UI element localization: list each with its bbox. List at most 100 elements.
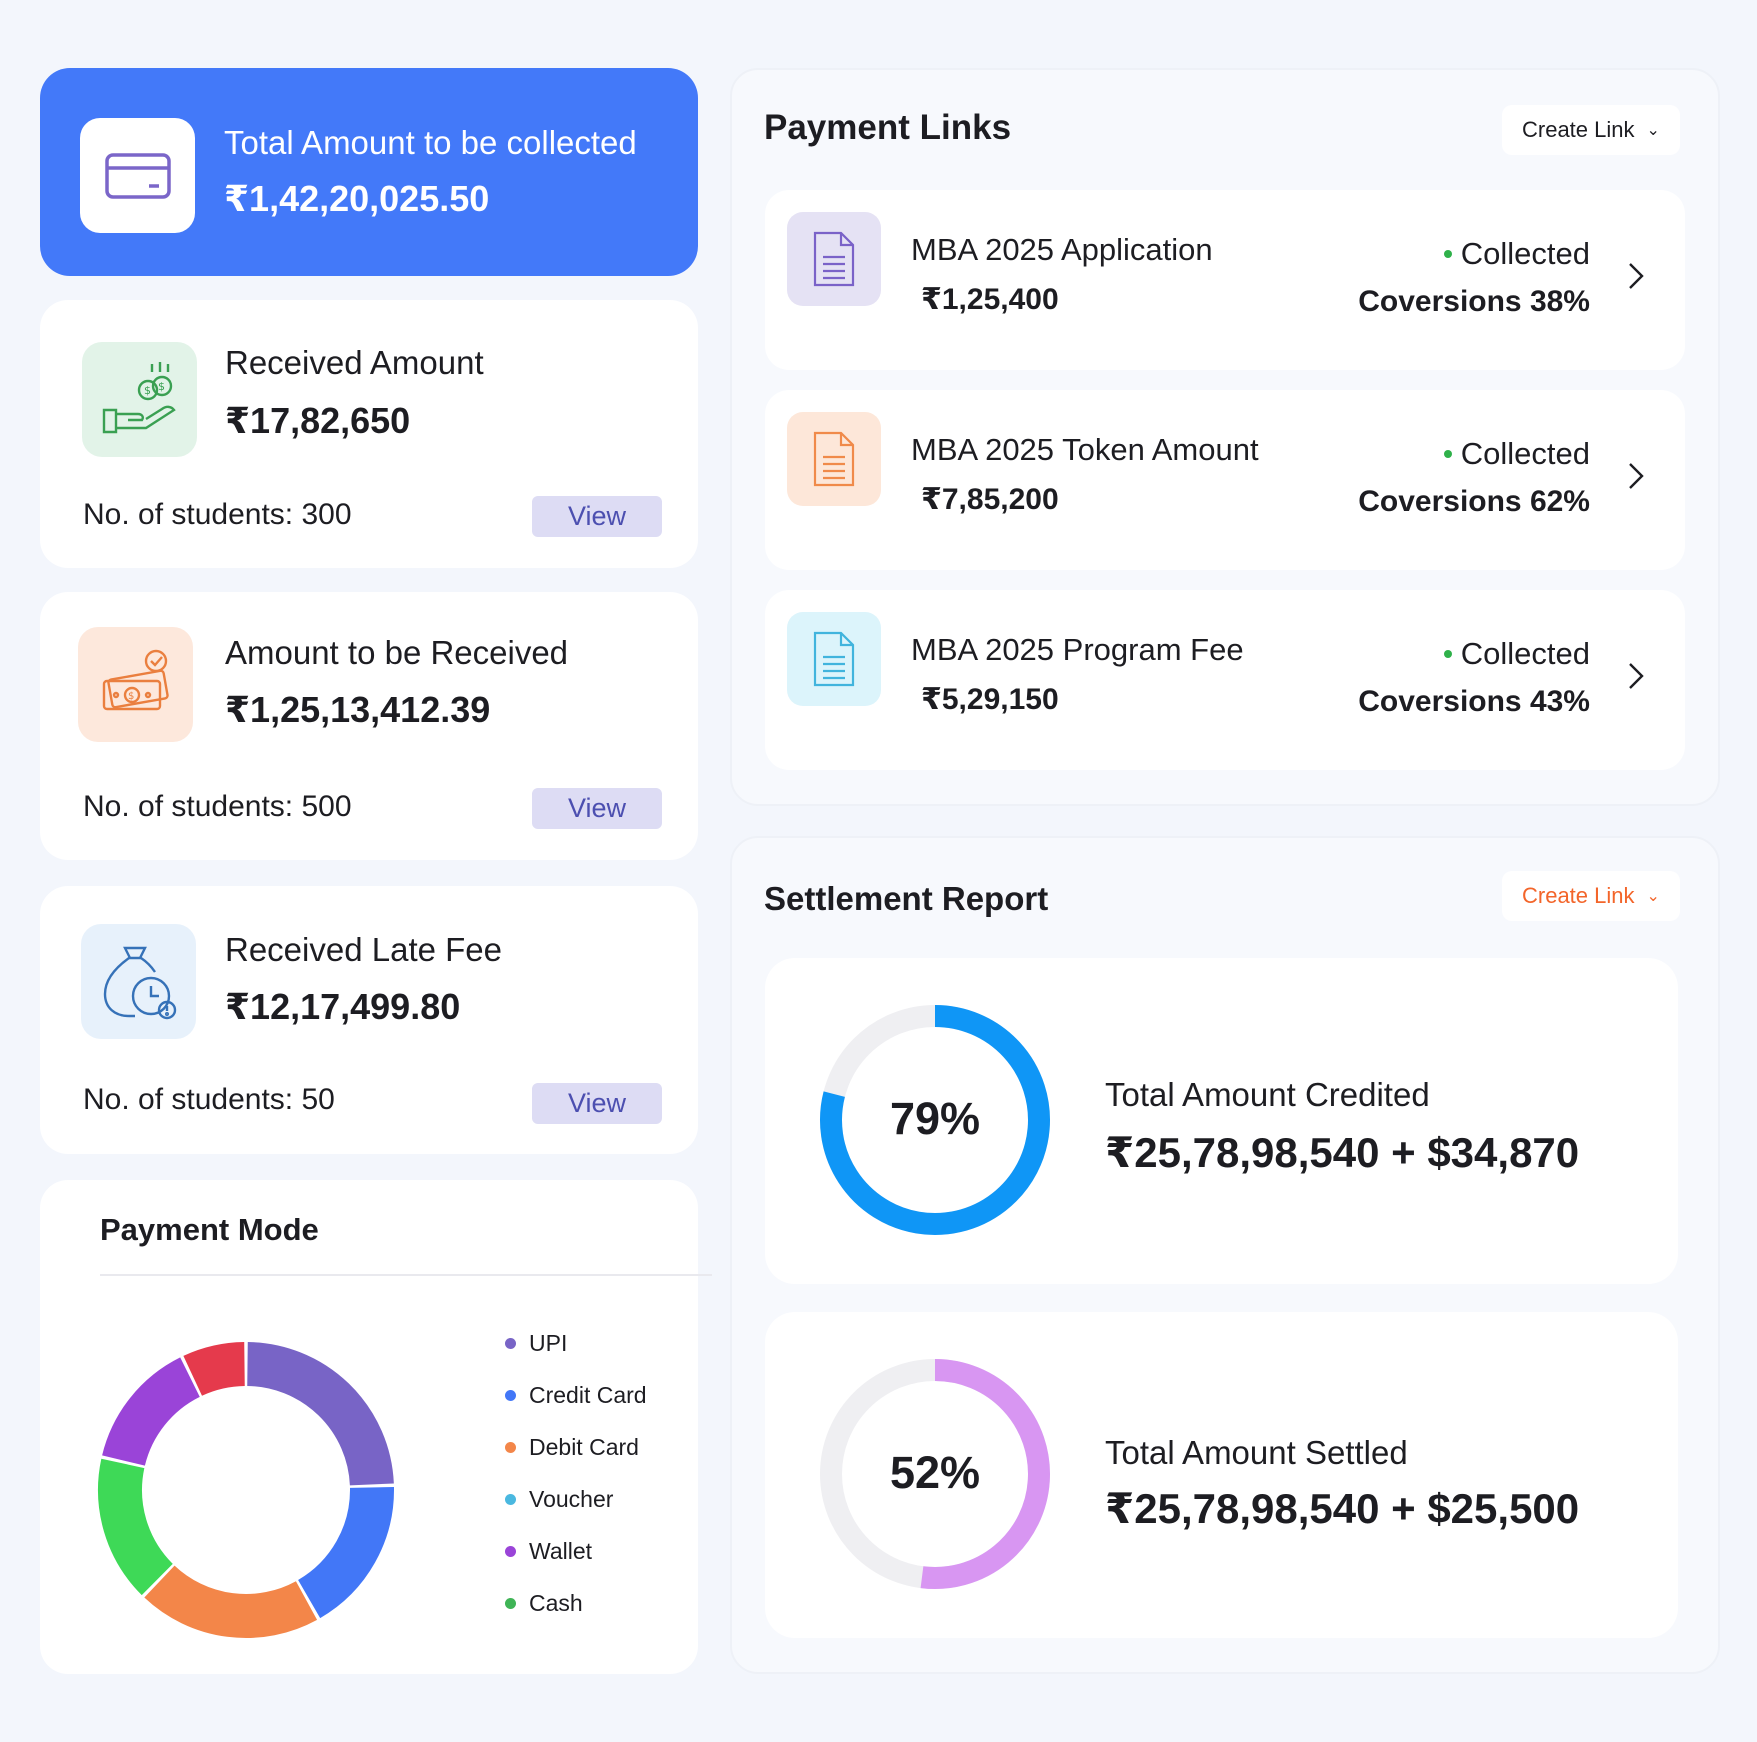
settlement-report-title: Settlement Report — [764, 880, 1049, 917]
legend-label: Credit Card — [529, 1382, 647, 1408]
link-amount: ₹5,29,150 — [921, 683, 1059, 716]
payment-mode-donut-chart — [98, 1342, 394, 1638]
create-link-label: Create Link — [1522, 117, 1635, 142]
legend-label: Voucher — [529, 1486, 614, 1512]
donut-slice-wallet — [102, 1357, 201, 1467]
status-dot — [1443, 250, 1452, 258]
settled-card: 52% Total Amount Settled ₹25,78,98,540 +… — [765, 1312, 1678, 1638]
chevron-down-icon: ⌄ — [1646, 888, 1660, 905]
link-name: MBA 2025 Token Amount — [911, 432, 1259, 467]
legend-dot — [505, 1338, 516, 1349]
received-icon-box: $ $ — [82, 342, 197, 457]
donut-slice-other — [183, 1342, 246, 1397]
students-count: No. of students: 50 — [83, 1083, 335, 1116]
svg-text:$: $ — [158, 380, 165, 393]
link-amount: ₹7,85,200 — [921, 483, 1059, 516]
payment-link-item[interactable]: MBA 2025 Token Amount ₹7,85,200 Collecte… — [765, 390, 1685, 570]
students-count: No. of students: 500 — [83, 790, 352, 823]
legend-dot — [505, 1390, 516, 1401]
cash-check-icon: $ — [102, 649, 169, 710]
total-amount-card: Total Amount to be collected ₹1,42,20,02… — [40, 68, 698, 276]
status-text: Collected — [1460, 236, 1590, 271]
settlement-report-panel: Settlement Report Create Link ⌄ 79% Tota… — [730, 836, 1720, 1674]
legend-dot — [505, 1546, 516, 1557]
view-button[interactable]: View — [532, 1083, 662, 1124]
status-dot — [1443, 450, 1452, 458]
stat-label: Amount to be Received — [225, 634, 569, 671]
payment-link-item[interactable]: MBA 2025 Application ₹1,25,400 Collected… — [765, 190, 1685, 370]
stat-label: Received Late Fee — [225, 931, 503, 968]
link-conversion: Coversions 62% — [1358, 485, 1590, 518]
legend-dot — [505, 1494, 516, 1505]
link-status: Collected — [1443, 636, 1590, 672]
stat-value: ₹12,17,499.80 — [225, 986, 461, 1027]
legend-dot — [505, 1442, 516, 1453]
received-amount-card: $ $ Received Amount ₹17,82,650 No. of st… — [40, 300, 698, 568]
payment-link-item[interactable]: MBA 2025 Program Fee ₹5,29,150 Collected… — [765, 590, 1685, 770]
legend-label: UPI — [529, 1330, 568, 1356]
legend-item: Cash — [505, 1590, 583, 1617]
document-icon — [813, 431, 855, 487]
document-icon-box — [787, 412, 881, 506]
link-name: MBA 2025 Program Fee — [911, 632, 1244, 667]
legend-item: Debit Card — [505, 1434, 639, 1461]
credited-value: ₹25,78,98,540 + $34,870 — [1105, 1129, 1580, 1176]
link-status: Collected — [1443, 436, 1590, 472]
create-link-dropdown[interactable]: Create Link ⌄ — [1502, 105, 1680, 155]
donut-slice-upi — [246, 1342, 394, 1487]
payment-mode-title: Payment Mode — [100, 1212, 319, 1247]
chevron-right-icon[interactable] — [1620, 256, 1650, 296]
settled-label: Total Amount Settled — [1105, 1434, 1408, 1471]
chevron-down-icon: ⌄ — [1646, 122, 1660, 139]
status-text: Collected — [1460, 436, 1590, 471]
svg-text:$: $ — [128, 691, 134, 702]
credited-card: 79% Total Amount Credited ₹25,78,98,540 … — [765, 958, 1678, 1284]
money-bag-clock-icon — [103, 946, 176, 1019]
amount-to-receive-card: $ Amount to be Received ₹1,25,13,412.39 … — [40, 592, 698, 860]
document-icon — [813, 231, 855, 287]
legend-label: Cash — [529, 1590, 583, 1616]
donut-slice-credit-card — [297, 1487, 394, 1619]
payment-mode-divider — [100, 1274, 712, 1276]
link-conversion: Coversions 38% — [1358, 285, 1590, 318]
stat-value: ₹17,82,650 — [225, 400, 411, 441]
total-amount-value: ₹1,42,20,025.50 — [224, 178, 490, 219]
link-name: MBA 2025 Application — [911, 232, 1213, 267]
legend-item: Credit Card — [505, 1382, 647, 1409]
document-icon — [813, 631, 855, 687]
stat-value: ₹1,25,13,412.39 — [225, 689, 491, 730]
link-amount: ₹1,25,400 — [921, 283, 1059, 316]
late-fee-icon-box — [81, 924, 196, 1039]
credit-card-icon — [104, 152, 171, 199]
payment-links-title: Payment Links — [764, 108, 1012, 147]
link-status: Collected — [1443, 236, 1590, 272]
settled-value: ₹25,78,98,540 + $25,500 — [1105, 1485, 1580, 1532]
credited-percent: 79% — [889, 1093, 981, 1144]
legend-item: Wallet — [505, 1538, 592, 1565]
money-hand-icon: $ $ — [102, 361, 176, 433]
late-fee-card: Received Late Fee ₹12,17,499.80 No. of s… — [40, 886, 698, 1154]
donut-slice-cash — [98, 1458, 174, 1596]
chevron-right-icon[interactable] — [1620, 656, 1650, 696]
stat-label: Received Amount — [225, 344, 484, 381]
card-icon-box — [80, 118, 195, 233]
legend-label: Wallet — [529, 1538, 593, 1564]
view-button[interactable]: View — [532, 788, 662, 829]
legend-item: Voucher — [505, 1486, 613, 1513]
donut-slice-debit-card — [144, 1565, 318, 1638]
view-button[interactable]: View — [532, 496, 662, 537]
legend-item: UPI — [505, 1330, 567, 1357]
total-amount-label: Total Amount to be collected — [224, 124, 637, 161]
payment-links-panel: Payment Links Create Link ⌄ MBA 2025 App… — [730, 68, 1720, 806]
settled-percent: 52% — [889, 1447, 981, 1498]
legend-label: Debit Card — [529, 1434, 639, 1460]
students-count: No. of students: 300 — [83, 498, 352, 531]
settlement-create-link-dropdown[interactable]: Create Link ⌄ — [1502, 871, 1680, 921]
chevron-right-icon[interactable] — [1620, 456, 1650, 496]
status-dot — [1443, 650, 1452, 658]
create-link-label: Create Link — [1522, 883, 1635, 908]
document-icon-box — [787, 212, 881, 306]
svg-text:$: $ — [144, 384, 151, 397]
credited-label: Total Amount Credited — [1105, 1076, 1430, 1113]
legend-dot — [505, 1598, 516, 1609]
